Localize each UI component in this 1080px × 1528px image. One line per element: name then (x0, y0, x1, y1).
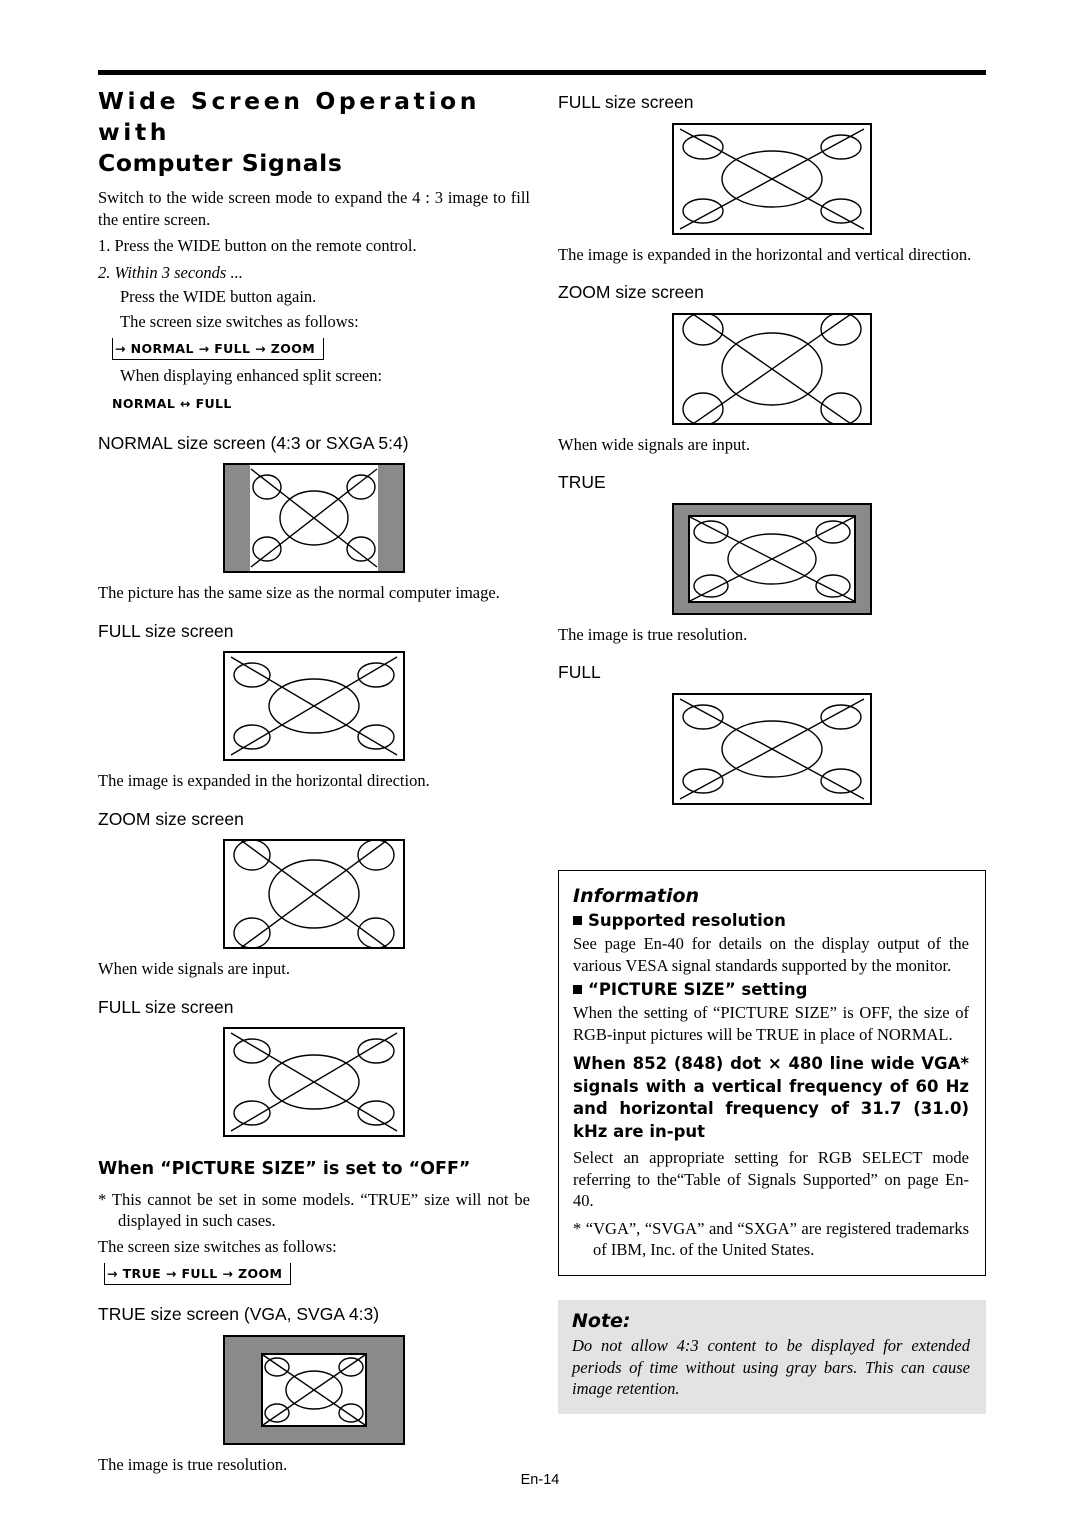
flow-normal-full: NORMAL ↔ FULL (112, 395, 232, 411)
diagram-zoom-size (223, 839, 405, 949)
information-subheading-picture-size: “PICTURE SIZE” setting (573, 980, 969, 999)
diagram-graphics (679, 697, 865, 800)
diagram-full-size (223, 651, 405, 761)
diagram-graphics (689, 515, 855, 602)
step-1: 1. Press the WIDE button on the remote c… (98, 236, 417, 255)
information-sub2-text: “PICTURE SIZE” setting (588, 980, 808, 999)
diagram-graphics (230, 656, 398, 756)
page-title-line1: Wide Screen Operation with (98, 87, 481, 146)
step-2-line-1: Press the WIDE button again. (120, 287, 317, 306)
right-caption-zoom: When wide signals are input. (558, 434, 750, 454)
right-diagram-zoom-size (672, 312, 872, 425)
diagram-graphics (262, 1353, 366, 1426)
diagram-graphics (250, 468, 378, 568)
right-label-full: FULL (558, 662, 601, 682)
right-diagram-full-size (672, 122, 872, 235)
flow-normal-full-zoom: → NORMAL → FULL → ZOOM (112, 338, 325, 360)
information-paragraph-1: See page En-40 for details on the displa… (573, 934, 969, 975)
label-zoom-size-screen: ZOOM size screen (98, 808, 244, 829)
label-normal-size-screen: NORMAL size screen (4:3 or SXGA 5:4) (98, 432, 409, 453)
note-text: Do not allow 4:3 content to be displayed… (572, 1336, 970, 1398)
information-title: Information (573, 885, 700, 907)
note-box: Note: Do not allow 4:3 content to be dis… (558, 1300, 986, 1414)
right-label-zoom-size-screen: ZOOM size screen (558, 282, 704, 302)
diagram-full-size-2 (223, 1027, 405, 1137)
step-2-line-2: The screen size switches as follows: (120, 311, 359, 331)
label-full-size-screen: FULL size screen (98, 620, 234, 641)
information-paragraph-4: * “VGA”, “SVGA” and “SXGA” are registere… (573, 1218, 969, 1260)
picture-size-star-note: * This cannot be set in some models. “TR… (98, 1189, 530, 1231)
label-true-size-screen: TRUE size screen (VGA, SVGA 4:3) (98, 1304, 380, 1324)
diagram-graphics (679, 127, 865, 230)
note-title: Note: (572, 1310, 631, 1332)
diagram-true-size (223, 1334, 405, 1445)
right-diagram-true (672, 502, 872, 615)
screen-size-switch-note: The screen size switches as follows: (98, 1236, 337, 1256)
flow-true-full-zoom: → TRUE → FULL → ZOOM (104, 1263, 292, 1285)
information-box: Information Supported resolution See pag… (558, 870, 986, 1276)
caption-zoom: When wide signals are input. (98, 959, 290, 978)
information-paragraph-2: When the setting of “PICTURE SIZE” is OF… (573, 1003, 969, 1044)
page-title: Wide Screen Operation with Computer Sign… (98, 86, 530, 179)
label-full-size-screen-2: FULL size screen (98, 996, 234, 1017)
diagram-normal-size (223, 463, 405, 573)
caption-normal: The picture has the same size as the nor… (98, 583, 500, 602)
document-page: Wide Screen Operation with Computer Sign… (0, 0, 1080, 1528)
information-subheading-supported-resolution: Supported resolution (573, 911, 969, 930)
diagram-graphics (230, 1032, 398, 1132)
right-label-full-size-screen: FULL size screen (558, 92, 694, 112)
caption-full: The image is expanded in the horizontal … (98, 771, 430, 790)
bullet-square-icon (573, 916, 582, 925)
left-column: Wide Screen Operation with Computer Sign… (98, 70, 530, 1475)
information-sub1-text: Supported resolution (588, 911, 786, 930)
heading-picture-size-off: When “PICTURE SIZE” is set to “OFF” (98, 1159, 471, 1179)
right-diagram-full-2 (672, 692, 872, 805)
diagram-graphics (233, 841, 395, 947)
bullet-square-icon (573, 985, 582, 994)
right-caption-true: The image is true resolution. (558, 624, 748, 644)
information-bold-text: When 852 (848) dot × 480 line wide VGA* … (573, 1054, 969, 1141)
diagram-graphics (682, 314, 862, 423)
page-title-line2: Computer Signals (98, 149, 343, 177)
intro-paragraph: Switch to the wide screen mode to expand… (98, 188, 530, 229)
page-footer: En-14 (520, 1472, 560, 1488)
step-2: 2. Within 3 seconds ... (98, 262, 243, 282)
right-caption-full: The image is expanded in the horizontal … (558, 244, 972, 264)
information-paragraph-3: Select an appropriate setting for RGB SE… (573, 1148, 969, 1210)
right-column: FULL size screen The image is expanded i… (558, 70, 986, 805)
information-bold-block: When 852 (848) dot × 480 line wide VGA* … (573, 1053, 969, 1143)
right-label-true: TRUE (558, 472, 606, 492)
split-screen-note: When displaying enhanced split screen: (120, 366, 383, 385)
